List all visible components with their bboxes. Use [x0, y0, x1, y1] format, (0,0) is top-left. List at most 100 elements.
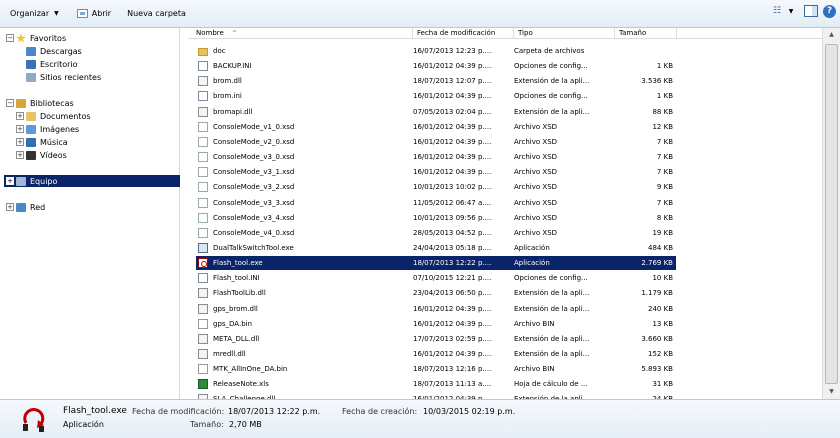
nav-item-computer[interactable]: + Equipo	[4, 175, 180, 187]
recent-places-icon	[26, 72, 36, 82]
file-name: ConsoleMode_v1_0.xsd	[213, 122, 295, 131]
column-header-date[interactable]: Fecha de modificación	[413, 28, 514, 39]
file-type: Archivo XSD	[514, 198, 558, 207]
file-name: brom.dll	[213, 77, 242, 86]
collapse-icon[interactable]: −	[6, 34, 14, 42]
nav-item-desktop[interactable]: Escritorio	[26, 58, 78, 70]
collapse-icon[interactable]: −	[6, 99, 14, 107]
file-type: Archivo XSD	[514, 153, 558, 162]
file-row[interactable]: MTK_AllInOne_DA.bin 18/07/2013 12:16 p...…	[196, 362, 676, 376]
expand-icon[interactable]: +	[6, 177, 14, 185]
sort-ascending-icon: ^	[232, 30, 238, 37]
nav-item-recent[interactable]: Sitios recientes	[26, 71, 101, 83]
nav-item-network[interactable]: + Red	[6, 201, 45, 213]
nav-item-videos[interactable]: + Vídeos	[16, 149, 67, 161]
file-size: 9 KB	[656, 183, 673, 192]
file-row[interactable]: ConsoleMode_v3_0.xsd 16/01/2012 04:39 p..…	[196, 150, 676, 164]
file-row[interactable]: ConsoleMode_v4_0.xsd 28/05/2013 04:52 p..…	[196, 226, 676, 240]
file-row[interactable]: brom.ini 16/01/2012 04:39 p.... Opciones d…	[196, 89, 676, 103]
expand-icon[interactable]: +	[16, 112, 24, 120]
file-name: bromapi.dll	[213, 107, 253, 116]
file-row[interactable]: DualTalkSwitchTool.exe 24/04/2013 05:18 p…	[196, 241, 676, 255]
file-size: 7 KB	[656, 198, 673, 207]
file-name: gps_DA.bin	[213, 319, 253, 328]
file-date: 16/01/2012 04:39 p....	[413, 62, 492, 71]
file-name: ConsoleMode_v4_0.xsd	[213, 228, 295, 237]
help-icon[interactable]: ?	[823, 4, 836, 18]
star-icon	[16, 33, 26, 43]
libraries-icon	[16, 98, 26, 108]
nav-label: Red	[30, 202, 46, 212]
expand-icon[interactable]: +	[16, 125, 24, 133]
file-row[interactable]: doc 16/07/2013 12:23 p.... Carpeta de arch…	[196, 44, 676, 58]
nav-item-images[interactable]: + Imágenes	[16, 123, 79, 135]
file-date: 16/01/2012 04:39 p....	[413, 153, 492, 162]
file-type: Extensión de la apli...	[514, 334, 590, 343]
file-row[interactable]: ConsoleMode_v3_2.xsd 10/01/2013 10:02 p..…	[196, 180, 676, 194]
column-header-label: Fecha de modificación	[417, 29, 496, 37]
file-row[interactable]: mredll.dll 16/01/2012 04:39 p.... Extensió…	[196, 347, 676, 361]
file-row[interactable]: BACKUP.INI 16/01/2012 04:39 p.... Opciones…	[196, 59, 676, 73]
open-icon	[76, 9, 88, 18]
expand-icon[interactable]: +	[16, 138, 24, 146]
expand-icon[interactable]: +	[6, 203, 14, 211]
file-size: 3.660 KB	[641, 334, 673, 343]
column-header-type[interactable]: Tipo	[514, 28, 615, 39]
nav-item-favorites[interactable]: − Favoritos	[6, 32, 66, 44]
nav-item-music[interactable]: + Música	[16, 136, 68, 148]
nav-label: Equipo	[30, 176, 58, 186]
file-row[interactable]: FlashToolLib.dll 23/04/2013 06:50 p.... Ex…	[196, 286, 676, 300]
file-row[interactable]: bromapi.dll 07/05/2013 02:04 p.... Extensi…	[196, 105, 676, 119]
file-row[interactable]: META_DLL.dll 17/07/2013 02:59 p.... Extens…	[196, 332, 676, 346]
scroll-down-icon[interactable]: ▼	[823, 385, 840, 399]
scroll-thumb[interactable]	[825, 44, 838, 384]
nav-label: Música	[40, 137, 68, 147]
nav-item-downloads[interactable]: Descargas	[26, 45, 82, 57]
file-type: Opciones de config...	[514, 92, 588, 101]
file-row[interactable]: brom.dll 18/07/2013 12:07 p.... Extensión …	[196, 74, 676, 88]
nav-item-documents[interactable]: + Documentos	[16, 110, 91, 122]
file-list: Nombre ^ Fecha de modificación Tipo Tama…	[188, 28, 822, 399]
file-type: Archivo XSD	[514, 122, 558, 131]
details-pane: Flash_tool.exe Aplicación Fecha de modif…	[0, 399, 840, 438]
file-row[interactable]: ConsoleMode_v3_4.xsd 10/01/2013 09:56 p..…	[196, 211, 676, 225]
column-header-bar: Nombre ^ Fecha de modificación Tipo Tama…	[188, 28, 822, 39]
vertical-scrollbar[interactable]: ▲ ▼	[822, 28, 840, 399]
view-options-chevron-icon[interactable]: ▼	[784, 8, 798, 15]
file-row[interactable]: Flash_tool.exe 18/07/2013 12:22 p.... Apli…	[196, 256, 676, 271]
flash-tool-icon	[23, 407, 45, 432]
scroll-up-icon[interactable]: ▲	[823, 28, 840, 42]
file-size: 484 KB	[648, 243, 673, 252]
file-row[interactable]: ConsoleMode_v1_0.xsd 16/01/2012 04:39 p..…	[196, 120, 676, 134]
file-row[interactable]: gps_DA.bin 16/01/2012 04:39 p.... Archivo …	[196, 317, 676, 331]
file-size: 1 KB	[656, 62, 673, 71]
file-date: 16/01/2012 04:39 p....	[413, 92, 492, 101]
details-file-name: Flash_tool.exe	[63, 406, 127, 416]
file-row[interactable]: ConsoleMode_v3_3.xsd 11/05/2012 06:47 a..…	[196, 196, 676, 210]
file-row[interactable]: ConsoleMode_v3_1.xsd 16/01/2012 04:39 p..…	[196, 165, 676, 179]
file-type: Archivo XSD	[514, 168, 558, 177]
file-date: 16/01/2012 04:39 p....	[413, 319, 492, 328]
open-button[interactable]: Abrir	[72, 4, 116, 24]
file-row[interactable]: ReleaseNote.xls 18/07/2013 11:13 a.... Hoj…	[196, 377, 676, 391]
file-date: 18/07/2013 12:07 p....	[413, 77, 492, 86]
file-name: META_DLL.dll	[213, 334, 260, 343]
file-row[interactable]: Flash_tool.INI 07/10/2015 12:21 p.... Opci…	[196, 271, 676, 285]
file-type: Aplicación	[514, 259, 550, 268]
file-name: Flash_tool.INI	[213, 274, 260, 283]
column-header-name[interactable]: Nombre ^	[192, 28, 413, 39]
organize-button[interactable]: Organizar ▼	[5, 4, 64, 24]
nav-item-libraries[interactable]: − Bibliotecas	[6, 97, 74, 109]
column-header-size[interactable]: Tamaño	[615, 28, 677, 39]
file-date: 16/07/2013 12:23 p....	[413, 47, 492, 55]
file-name: mredll.dll	[213, 350, 246, 358]
expand-icon[interactable]: +	[16, 151, 24, 159]
file-row[interactable]: gps_brom.dll 16/01/2012 04:39 p.... Extens…	[196, 302, 676, 316]
change-view-icon[interactable]: ☷	[770, 4, 784, 18]
file-date: 17/07/2013 02:59 p....	[413, 334, 492, 343]
preview-pane-icon[interactable]	[804, 5, 818, 17]
new-folder-button[interactable]: Nueva carpeta	[122, 4, 191, 24]
nav-label: Escritorio	[40, 59, 78, 69]
file-date: 10/01/2013 10:02 p....	[413, 183, 492, 192]
file-row[interactable]: ConsoleMode_v2_0.xsd 16/01/2012 04:39 p..…	[196, 135, 676, 149]
